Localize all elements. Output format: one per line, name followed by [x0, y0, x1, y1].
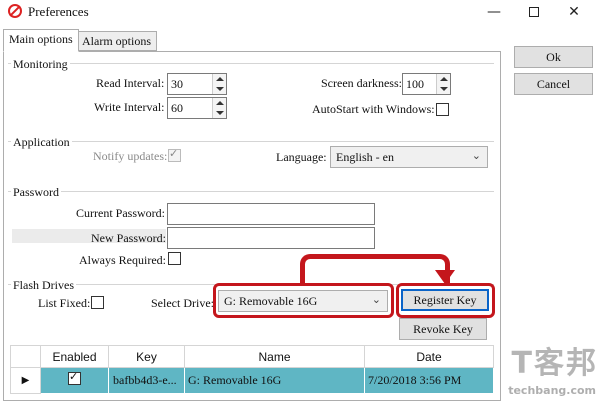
- app-icon: [8, 4, 22, 18]
- screen-darkness-value: 100: [406, 77, 424, 91]
- autostart-label: AutoStart with Windows:: [312, 102, 435, 116]
- row-selector-icon[interactable]: ▶: [10, 367, 41, 394]
- cancel-button[interactable]: Cancel: [514, 73, 593, 95]
- watermark-logo: T客邦: [512, 349, 598, 379]
- write-interval-spinner[interactable]: 60: [167, 97, 227, 119]
- notify-updates-label: Notify updates:: [93, 149, 168, 163]
- screen-darkness-label: Screen darkness:: [321, 76, 402, 90]
- monitoring-group-border: [8, 63, 494, 64]
- column-header-date[interactable]: Date: [364, 345, 494, 368]
- table-header-row: Enabled Key Name Date: [10, 345, 494, 368]
- list-fixed-checkbox[interactable]: [91, 296, 104, 309]
- new-password-label: New Password:: [91, 231, 166, 245]
- spin-up-icon[interactable]: [216, 77, 224, 81]
- checkmark-icon: ✓: [69, 370, 79, 383]
- language-label: Language:: [276, 150, 327, 164]
- table-header-rowhdr: [10, 345, 41, 368]
- revoke-key-button[interactable]: Revoke Key: [399, 318, 487, 340]
- current-password-label: Current Password:: [76, 206, 165, 220]
- annotation-highlight-register: [396, 283, 495, 318]
- column-header-key[interactable]: Key: [108, 345, 185, 368]
- title-bar: Preferences — ✕: [0, 0, 600, 24]
- annotation-arrowhead-icon: [435, 270, 455, 284]
- tab-alarm-options[interactable]: Alarm options: [76, 31, 157, 51]
- password-group-border: [8, 191, 494, 192]
- table-row[interactable]: ▶ ✓ bafbb4d3-e... G: Removable 16G 7/20/…: [10, 367, 494, 394]
- spin-up-icon[interactable]: [216, 101, 224, 105]
- always-required-checkbox[interactable]: [168, 252, 181, 265]
- password-group-label: Password: [11, 185, 62, 200]
- minimize-button[interactable]: —: [478, 2, 510, 22]
- enabled-checkbox[interactable]: ✓: [68, 370, 81, 385]
- flash-drives-group-label: Flash Drives: [11, 278, 76, 293]
- autostart-checkbox[interactable]: [436, 103, 449, 116]
- name-cell[interactable]: G: Removable 16G: [184, 367, 365, 394]
- application-group-label: Application: [11, 135, 72, 150]
- spin-down-icon[interactable]: [216, 111, 224, 115]
- spin-down-icon[interactable]: [440, 87, 448, 91]
- annotation-highlight-drive: [213, 283, 394, 318]
- annotation-arrow-path: [300, 254, 450, 284]
- column-header-name[interactable]: Name: [184, 345, 365, 368]
- language-select[interactable]: English - en ⌄: [330, 146, 488, 168]
- column-header-enabled[interactable]: Enabled: [40, 345, 109, 368]
- keys-table: Enabled Key Name Date ▶ ✓ bafbb4d3-e... …: [10, 345, 494, 394]
- spinner-arrows[interactable]: [436, 74, 450, 94]
- read-interval-spinner[interactable]: 30: [167, 73, 227, 95]
- write-interval-label: Write Interval:: [94, 100, 165, 114]
- spin-down-icon[interactable]: [216, 87, 224, 91]
- monitoring-group-label: Monitoring: [11, 57, 70, 72]
- spin-up-icon[interactable]: [440, 77, 448, 81]
- list-fixed-label: List Fixed:: [38, 296, 91, 310]
- close-button[interactable]: ✕: [558, 2, 590, 22]
- spinner-arrows[interactable]: [212, 98, 226, 118]
- spinner-arrows[interactable]: [212, 74, 226, 94]
- always-required-label: Always Required:: [79, 253, 166, 267]
- language-value: English - en: [336, 150, 394, 164]
- key-cell[interactable]: bafbb4d3-e...: [108, 367, 185, 394]
- read-interval-value: 30: [171, 77, 183, 91]
- notify-updates-checkbox[interactable]: ✓: [168, 147, 181, 162]
- chevron-down-icon: ⌄: [471, 149, 481, 162]
- new-password-field[interactable]: [167, 227, 375, 249]
- maximize-icon: [529, 7, 539, 17]
- maximize-button[interactable]: [518, 2, 550, 22]
- application-group-border: [8, 141, 494, 142]
- checkmark-icon: ✓: [169, 147, 179, 160]
- select-drive-label: Select Drive:: [151, 296, 214, 310]
- enabled-cell[interactable]: ✓: [40, 367, 109, 394]
- date-cell[interactable]: 7/20/2018 3:56 PM: [364, 367, 494, 394]
- write-interval-value: 60: [171, 101, 183, 115]
- tab-main-options[interactable]: Main options: [3, 29, 79, 52]
- watermark-text: T客邦: [511, 346, 598, 381]
- window-title: Preferences: [28, 4, 89, 19]
- screen-darkness-spinner[interactable]: 100: [402, 73, 451, 95]
- watermark-sub-text: techbang.com: [508, 384, 596, 397]
- current-password-field[interactable]: [167, 203, 375, 225]
- ok-button[interactable]: Ok: [514, 46, 593, 68]
- read-interval-label: Read Interval:: [96, 76, 165, 90]
